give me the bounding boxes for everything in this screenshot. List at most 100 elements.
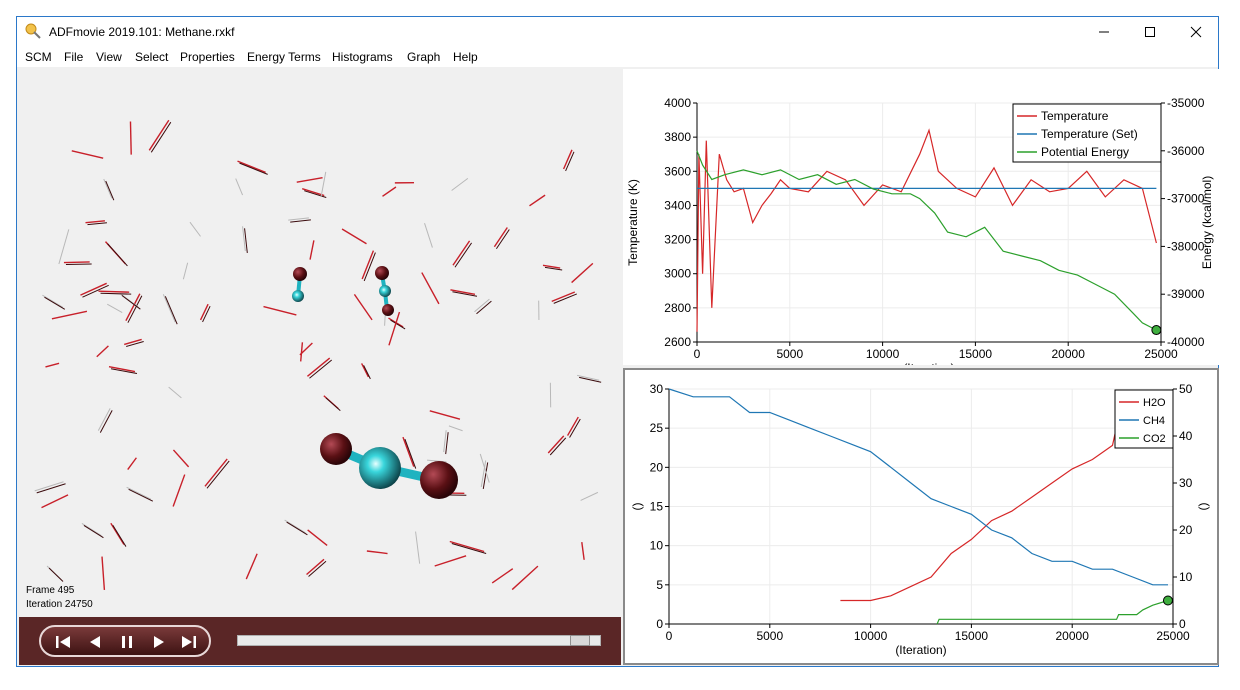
x-tick-label: 15000 [959,347,993,361]
menu-select[interactable]: Select [135,50,168,64]
menu-scm[interactable]: SCM [25,50,52,64]
water-bond-red [491,568,514,584]
water-bond-red [421,272,440,305]
water-bond-red [547,435,565,454]
minimize-button[interactable] [1081,17,1127,47]
water-bond-grey [162,294,176,323]
water-bond-red [571,262,594,284]
y-tick-label: 25 [650,421,664,435]
close-button[interactable] [1173,17,1219,47]
molecule-count-chart[interactable]: 0 5000 10000 15000 20000 25000051015202530010… [625,370,1217,663]
x-tick-label: 20000 [1056,629,1090,643]
water-bond-red [129,121,132,155]
y-tick-label: 4000 [664,96,691,110]
window-title: ADFmovie 2019.101: Methane.rxkf [49,25,235,39]
water-bond-red [566,416,579,436]
water-bond-shadow [404,438,417,469]
x-tick-label: 10000 [854,629,888,643]
water-bond-shadow [100,292,132,295]
y2-tick-label: -39000 [1167,287,1205,301]
menu-graph[interactable]: Graph [407,50,440,64]
next-frame-icon[interactable] [149,633,169,651]
water-bond-red [204,458,228,487]
water-bond-shadow [549,437,567,456]
water-bond-shadow [36,483,66,494]
molecule-viewport[interactable]: Frame 495 Iteration 24750 [19,69,621,617]
water-bond-shadow [105,180,115,201]
frame-slider[interactable] [237,635,601,646]
water-bond-red [71,150,104,159]
water-bond-grey [168,386,182,399]
y2-tick-label: -40000 [1167,335,1205,349]
menu-file[interactable]: File [64,50,83,64]
y-tick-label: 30 [650,382,664,396]
water-bond-grey [126,486,152,500]
water-bond-shadow [126,340,144,347]
water-bond-grey [424,223,433,248]
water-bond-shadow [83,525,104,539]
co2-molecule[interactable] [320,433,458,499]
water-bond-red [237,160,266,174]
water-bond-shadow [206,460,230,489]
water-bond-red [341,228,367,245]
water-bond-red [96,345,109,358]
water-bond-red [434,555,467,567]
water-bond-red [429,410,461,420]
water-bond-red [98,290,130,293]
water-bond-red [263,305,297,316]
molecule-scene[interactable] [19,69,621,617]
small-molecule-right[interactable] [375,266,394,316]
x-tick-label: 25000 [1144,347,1178,361]
series-line-h2o [840,426,1118,602]
water-bond-grey [284,519,306,534]
x-axis-label: (Iteration) [903,361,954,365]
water-bond-red [45,362,60,368]
last-frame-icon[interactable] [179,633,199,651]
water-bond-red [85,220,105,224]
water-bond-shadow [99,410,113,433]
water-bond-grey [34,481,64,492]
water-bond-shadow [290,219,311,223]
minimize-icon [1099,31,1109,33]
y2-tick-label: -35000 [1167,96,1205,110]
current-frame-marker [1151,325,1162,336]
pause-icon[interactable] [117,633,137,651]
water-bond-shadow [476,300,492,315]
y-tick-label: 15 [650,500,664,514]
water-bond-grey [451,177,469,191]
water-bond-shadow [363,365,371,380]
legend-label: CH4 [1143,415,1165,427]
menu-properties[interactable]: Properties [180,50,235,64]
small-molecule-left[interactable] [292,267,307,302]
frame-slider-thumb[interactable] [570,635,590,646]
y-axis-label: Temperature (K) [626,179,640,266]
water-bond-shadow [164,296,178,325]
first-frame-icon[interactable] [53,633,73,651]
water-bond-shadow [309,359,333,379]
menu-bar: SCM File View Select Properties Energy T… [17,47,1218,67]
water-bond-red [360,363,369,378]
maximize-button[interactable] [1127,17,1173,47]
x-tick-label: 5000 [756,629,783,643]
menu-histograms[interactable]: Histograms [332,50,393,64]
water-bond-grey [320,171,327,197]
water-bond-grey [58,229,70,265]
legend-label: CO2 [1143,433,1166,445]
frame-label: Frame 495 [26,585,75,596]
menu-view[interactable]: View [96,50,122,64]
water-bond-red [172,449,190,468]
y2-axis-label: () [1196,503,1210,511]
y-tick-label: 2600 [664,335,691,349]
menu-help[interactable]: Help [453,50,478,64]
y2-tick-label: 30 [1179,476,1193,490]
y2-tick-label: 0 [1179,617,1186,631]
previous-frame-icon[interactable] [85,633,105,651]
water-bond-red [493,227,508,248]
y-tick-label: 3600 [664,164,691,178]
menu-energy-terms[interactable]: Energy Terms [247,50,321,64]
water-bond-shadow [304,190,327,198]
water-bond-red [529,194,546,207]
water-bond-shadow [112,525,127,547]
temperature-energy-chart[interactable]: 0 5000 10000 15000 20000 25000 2600 2800 3000 320… [623,69,1219,375]
water-bond-red [41,494,69,509]
